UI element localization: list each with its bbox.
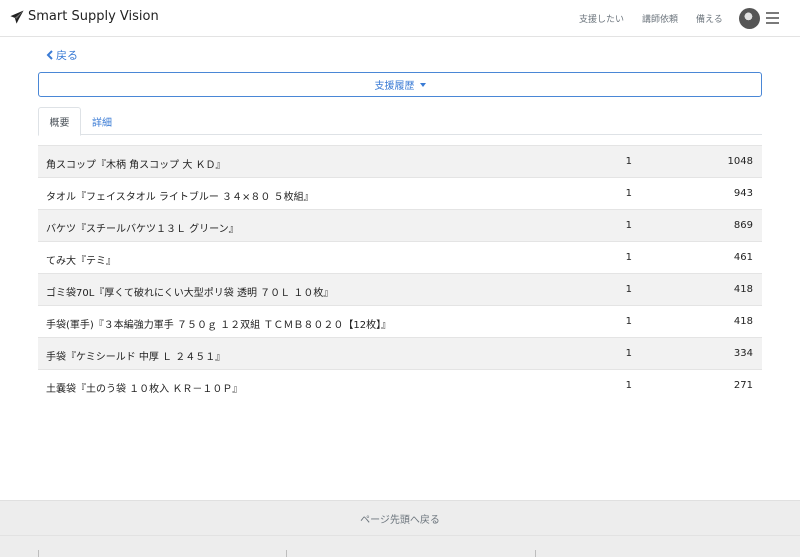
item-quantity: 1 xyxy=(625,252,632,263)
item-count: 943 xyxy=(733,188,753,199)
table-row[interactable]: バケツ『スチールバケツ１３Ｌ グリーン』 1 869 xyxy=(38,209,762,241)
item-count: 1048 xyxy=(727,156,753,167)
back-link[interactable]: 戻る xyxy=(46,47,78,63)
brand-name: Smart Supply Vision xyxy=(28,9,159,24)
item-name: 手袋『ケミシールド 中厚 Ｌ ２４５１』 xyxy=(46,352,226,363)
table-row[interactable]: タオル『フェイスタオル ライトブルー ３４×８０ ５枚組』 1 943 xyxy=(38,177,762,209)
footer-column-divider xyxy=(535,550,536,557)
footer xyxy=(0,535,800,557)
item-quantity: 1 xyxy=(625,380,632,391)
support-history-dropdown[interactable]: 支援履歴 xyxy=(38,72,762,97)
tab-bar: 概要 詳細 xyxy=(38,107,762,136)
footer-column-divider xyxy=(286,550,287,557)
nav-lecturer-request[interactable]: 講師依頼 xyxy=(642,12,678,25)
chevron-left-icon xyxy=(46,50,53,60)
navbar: Smart Supply Vision 支援したい 講師依頼 備える xyxy=(0,0,800,37)
table-row[interactable]: 角スコップ『木柄 角スコップ 大 ＫＤ』 1 1048 xyxy=(38,145,762,177)
item-name: てみ大『テミ』 xyxy=(46,256,116,267)
table-row[interactable]: 土嚢袋『土のう袋 １０枚入 ＫＲ－１０Ｐ』 1 271 xyxy=(38,369,762,401)
avatar[interactable] xyxy=(739,8,760,29)
item-name: バケツ『スチールバケツ１３Ｌ グリーン』 xyxy=(46,224,239,235)
tab-details[interactable]: 詳細 xyxy=(81,107,123,136)
hamburger-menu-icon[interactable] xyxy=(766,12,779,24)
table-row[interactable]: てみ大『テミ』 1 461 xyxy=(38,241,762,273)
item-name: 角スコップ『木柄 角スコップ 大 ＫＤ』 xyxy=(46,160,226,171)
item-quantity: 1 xyxy=(625,156,632,167)
tab-overview[interactable]: 概要 xyxy=(38,107,81,136)
back-label: 戻る xyxy=(56,49,78,62)
item-count: 271 xyxy=(733,380,753,391)
item-count: 461 xyxy=(733,252,753,263)
item-name: ゴミ袋70L『厚くて破れにくい大型ポリ袋 透明 ７０Ｌ １０枚』 xyxy=(46,288,334,299)
table-row[interactable]: 手袋(軍手)『３本編強力軍手 ７５０ｇ １２双組 ＴＣＭＢ８０２０【12枚】』 … xyxy=(38,305,762,337)
item-quantity: 1 xyxy=(625,284,632,295)
back-to-top-button[interactable]: ページ先頭へ戻る xyxy=(0,500,800,535)
paper-plane-icon xyxy=(10,9,24,24)
brand-logo[interactable]: Smart Supply Vision xyxy=(10,9,159,24)
dropdown-label: 支援履歴 xyxy=(374,81,415,92)
nav-prepare[interactable]: 備える xyxy=(696,12,723,25)
item-name: タオル『フェイスタオル ライトブルー ３４×８０ ５枚組』 xyxy=(46,192,314,203)
caret-down-icon xyxy=(419,82,426,87)
table-row[interactable]: ゴミ袋70L『厚くて破れにくい大型ポリ袋 透明 ７０Ｌ １０枚』 1 418 xyxy=(38,273,762,305)
item-count: 334 xyxy=(733,348,753,359)
item-count: 418 xyxy=(733,316,753,327)
table-row[interactable]: 手袋『ケミシールド 中厚 Ｌ ２４５１』 1 334 xyxy=(38,337,762,369)
item-count: 869 xyxy=(733,220,753,231)
nav-support[interactable]: 支援したい xyxy=(579,12,624,25)
footer-column-divider xyxy=(38,550,39,557)
item-count: 418 xyxy=(733,284,753,295)
item-quantity: 1 xyxy=(625,316,632,327)
item-name: 手袋(軍手)『３本編強力軍手 ７５０ｇ １２双組 ＴＣＭＢ８０２０【12枚】』 xyxy=(46,320,392,331)
item-quantity: 1 xyxy=(625,220,632,231)
item-name: 土嚢袋『土のう袋 １０枚入 ＫＲ－１０Ｐ』 xyxy=(46,384,243,395)
item-quantity: 1 xyxy=(625,348,632,359)
support-history-table: 角スコップ『木柄 角スコップ 大 ＫＤ』 1 1048 タオル『フェイスタオル … xyxy=(38,145,762,401)
item-quantity: 1 xyxy=(625,188,632,199)
